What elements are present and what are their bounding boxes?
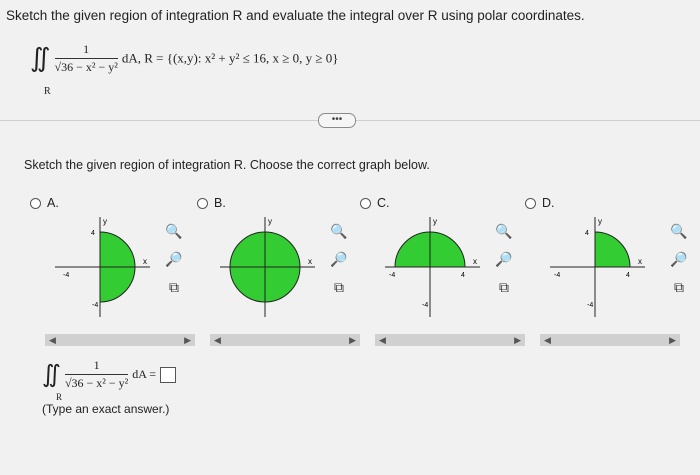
graph-d-tools: 🔍 🔎 ⧉ [670, 222, 688, 296]
option-a-label: A. [47, 196, 59, 210]
zoom-out-icon[interactable]: 🔎 [495, 250, 513, 268]
graph-b-scrollbar[interactable]: ◀ ▶ [210, 334, 360, 346]
graph-a: y x 4 -4 -4 [55, 217, 150, 317]
answer-hint: (Type an exact answer.) [42, 402, 170, 416]
option-c-label: C. [377, 196, 390, 210]
answer-expression: ∬ 1 √36 − x² − y² dA = [42, 358, 177, 391]
popout-icon[interactable]: ⧉ [670, 278, 688, 296]
zoom-out-icon[interactable]: 🔎 [330, 250, 348, 268]
graph-c-tools: 🔍 🔎 ⧉ [495, 222, 513, 296]
graph-a-scrollbar[interactable]: ◀ ▶ [45, 334, 195, 346]
tick-label: 4 [585, 230, 589, 237]
answer-subscript: R [56, 392, 63, 402]
x-axis-label: x [638, 257, 642, 266]
option-d[interactable]: D. [525, 196, 555, 210]
integrand-fraction: 1 √36 − x² − y² [54, 42, 118, 75]
option-b-label: B. [214, 196, 226, 210]
radio-c[interactable] [360, 197, 371, 209]
integral-subscript: R [44, 86, 51, 97]
y-axis-label: y [103, 217, 107, 226]
region-first-quadrant [594, 231, 631, 268]
option-d-label: D. [542, 196, 555, 210]
more-button[interactable]: ••• [318, 113, 356, 128]
integrand-denominator: √36 − x² − y² [54, 60, 118, 74]
popout-icon[interactable]: ⧉ [165, 278, 183, 296]
tick-label: -4 [92, 302, 98, 309]
answer-numerator: 1 [64, 358, 129, 375]
integral-expression: ∬ 1 √36 − x² − y² dA, R = {(x,y): x² + y… [30, 42, 339, 75]
graph-c-scrollbar[interactable]: ◀ ▶ [375, 334, 525, 346]
tick-label: -4 [422, 302, 428, 309]
tick-label: 4 [626, 272, 630, 279]
tick-label: -4 [554, 272, 560, 279]
scroll-right-icon[interactable]: ▶ [510, 335, 525, 346]
popout-icon[interactable]: ⧉ [495, 278, 513, 296]
x-axis-label: x [473, 257, 477, 266]
tick-label: -4 [389, 272, 395, 279]
radio-a[interactable] [30, 197, 41, 209]
x-axis-label: x [143, 257, 147, 266]
zoom-out-icon[interactable]: 🔎 [165, 250, 183, 268]
graph-d: y x 4 -4 4 -4 [550, 217, 645, 317]
scroll-left-icon[interactable]: ◀ [210, 335, 225, 346]
scroll-left-icon[interactable]: ◀ [540, 335, 555, 346]
radio-b[interactable] [197, 197, 208, 209]
answer-tail: dA = [132, 367, 157, 381]
option-a[interactable]: A. [30, 196, 59, 210]
graph-c: y x -4 4 -4 [385, 217, 480, 317]
double-integral-sign: ∬ [30, 43, 51, 73]
scroll-right-icon[interactable]: ▶ [180, 335, 195, 346]
scroll-left-icon[interactable]: ◀ [375, 335, 390, 346]
answer-input[interactable] [160, 366, 177, 383]
option-b[interactable]: B. [197, 196, 226, 210]
scroll-left-icon[interactable]: ◀ [45, 335, 60, 346]
tick-label: -4 [587, 302, 593, 309]
integrand-numerator: 1 [54, 42, 118, 59]
question-prompt: Sketch the given region of integration R… [6, 8, 585, 23]
popout-icon[interactable]: ⧉ [330, 278, 348, 296]
scroll-right-icon[interactable]: ▶ [665, 335, 680, 346]
double-integral-sign: ∬ [42, 362, 61, 388]
graph-b-tools: 🔍 🔎 ⧉ [330, 222, 348, 296]
zoom-in-icon[interactable]: 🔍 [670, 222, 688, 240]
tick-label: -4 [63, 272, 69, 279]
sub-prompt: Sketch the given region of integration R… [24, 158, 430, 172]
zoom-in-icon[interactable]: 🔍 [165, 222, 183, 240]
tick-label: 4 [91, 230, 95, 237]
y-axis-label: y [433, 217, 437, 226]
graph-b: y x [220, 217, 315, 317]
tick-label: 4 [461, 272, 465, 279]
answer-denominator: √36 − x² − y² [64, 376, 129, 390]
zoom-in-icon[interactable]: 🔍 [330, 222, 348, 240]
option-c[interactable]: C. [360, 196, 390, 210]
y-axis-label: y [598, 217, 602, 226]
zoom-out-icon[interactable]: 🔎 [670, 250, 688, 268]
answer-fraction: 1 √36 − x² − y² [64, 358, 129, 391]
scroll-right-icon[interactable]: ▶ [345, 335, 360, 346]
graph-a-tools: 🔍 🔎 ⧉ [165, 222, 183, 296]
radio-d[interactable] [525, 197, 536, 209]
zoom-in-icon[interactable]: 🔍 [495, 222, 513, 240]
x-axis-label: x [308, 257, 312, 266]
region-definition: dA, R = {(x,y): x² + y² ≤ 16, x ≥ 0, y ≥… [121, 50, 339, 66]
y-axis-label: y [268, 217, 272, 226]
graph-d-scrollbar[interactable]: ◀ ▶ [540, 334, 680, 346]
